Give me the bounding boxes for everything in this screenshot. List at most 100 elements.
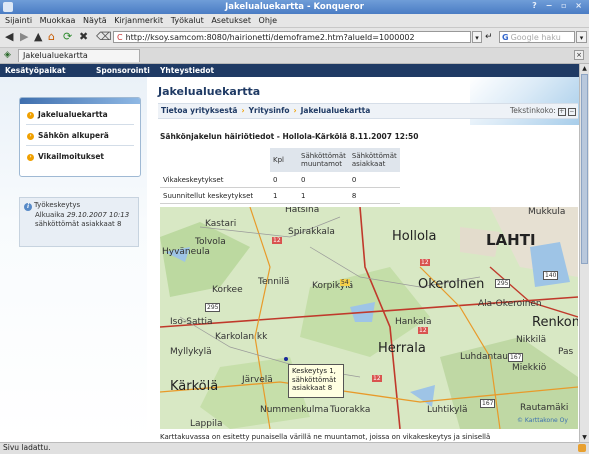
search-input[interactable]: G Google haku	[499, 31, 575, 43]
info-start-label: Alkuaika	[35, 211, 65, 219]
menu-sijainti[interactable]: Sijainti	[5, 16, 32, 25]
sidebar: › Jakelualuekartta › Sähkön alkuperä › Vika…	[0, 77, 147, 442]
road-number: 12	[418, 327, 428, 334]
map-label: Nikkilä	[516, 335, 547, 345]
scroll-up-icon[interactable]: ▲	[580, 64, 589, 73]
divider	[26, 124, 134, 125]
text-size-decrease-icon[interactable]: −	[567, 108, 576, 116]
table-cell: 0	[348, 172, 400, 188]
breadcrumb-jakelualuekartta[interactable]: Jakelualuekartta	[301, 106, 371, 115]
page-icon: C	[117, 33, 123, 42]
browser-toolbar: ◀ ▶ ▲ ⌂ ⟳ ✖ ⌫ Chttp://ksoy.samcom:8080/h…	[0, 28, 589, 48]
road-number: 295	[205, 303, 221, 312]
tab-jakelualuekartta[interactable]: Jakelualuekartta	[18, 49, 140, 62]
nav-sponsorointi[interactable]: Sponsorointi	[96, 66, 150, 75]
map-label: Mukkula	[528, 207, 566, 217]
breadcrumb-arrow-icon: ›	[241, 106, 245, 115]
menu-muokkaa[interactable]: Muokkaa	[40, 16, 76, 25]
back-icon[interactable]: ◀	[5, 30, 13, 44]
table-cell: 1	[298, 187, 349, 204]
distribution-map[interactable]: Hatsina Mukkula Kastari Spirakkala Tolvo…	[160, 207, 578, 429]
road-number: 167	[508, 353, 524, 362]
table-cell: Suunnitellut keskeytykset	[160, 187, 270, 204]
breadcrumb-tietoa-yrityksesta[interactable]: Tietoa yrityksestä	[161, 106, 237, 115]
window-title: Jakelualuekartta - Konqueror	[225, 2, 364, 12]
go-icon[interactable]: ↵	[485, 31, 497, 43]
search-dropdown-icon[interactable]: ▾	[576, 31, 587, 43]
nav-kesatyopaikat[interactable]: Kesätyöpaikat	[5, 66, 66, 75]
url-dropdown-icon[interactable]: ▾	[472, 31, 482, 43]
close-tab-icon[interactable]: ×	[574, 50, 584, 60]
nav-yhteystiedot[interactable]: Yhteystiedot	[160, 66, 214, 75]
page-scrollbar[interactable]: ▲ ▼	[579, 64, 589, 442]
table-cell: 1	[270, 187, 298, 204]
arrow-bullet-icon: ›	[27, 132, 34, 140]
map-label: Rautamäki	[520, 403, 569, 413]
map-label: Hatsina	[285, 207, 320, 215]
up-icon[interactable]: ▲	[34, 30, 42, 44]
map-label: Luhtikylä	[427, 405, 468, 415]
info-customers: sähköttömät asiakkaat 8	[35, 220, 122, 228]
outage-info-box: i Työkeskeytys Alkuaika 29.10.2007 10:13 …	[19, 197, 139, 247]
text-size-increase-icon[interactable]: +	[557, 108, 566, 116]
home-icon[interactable]: ⌂	[48, 30, 55, 44]
map-label: LAHTI	[486, 231, 536, 249]
map-label: Renkom	[532, 315, 578, 330]
column-header-asiakkaat: Sähköttömät asiakkaat	[348, 148, 400, 172]
map-copyright: © Karttakone Oy	[517, 417, 568, 424]
sidebar-item-vikailmoitukset[interactable]: › Vikailmoitukset	[27, 152, 104, 161]
menu-tyokalut[interactable]: Työkalut	[171, 16, 204, 25]
site-navigation: Kesätyöpaikat Sponsorointi Yhteystiedot	[0, 64, 579, 77]
info-icon: i	[24, 203, 32, 211]
table-header-row: Kpl Sähköttömät muuntamot Sähköttömät as…	[160, 148, 400, 172]
map-label: Tolvola	[195, 237, 226, 247]
page-title: Jakelualuekartta	[158, 85, 261, 98]
tab-label: Jakelualuekartta	[23, 51, 88, 60]
map-label: Iso-Sattia	[170, 317, 213, 327]
search-placeholder: Google haku	[510, 33, 561, 42]
window-controls[interactable]: ? − ▫ ×	[532, 1, 585, 10]
sidebar-item-label: Jakelualuekartta	[38, 110, 108, 119]
forward-icon[interactable]: ▶	[20, 30, 28, 44]
url-input[interactable]: Chttp://ksoy.samcom:8080/hairionetti/dem…	[113, 31, 471, 43]
sidebar-item-sahkon-alkupera[interactable]: › Sähkön alkuperä	[27, 131, 109, 140]
scroll-down-icon[interactable]: ▼	[580, 433, 589, 442]
table-cell: Vikakeskeytykset	[160, 172, 270, 188]
map-label: Tennilä	[258, 277, 290, 287]
menu-kirjanmerkit[interactable]: Kirjanmerkit	[114, 16, 163, 25]
road-number: 54	[340, 279, 350, 286]
menu-nayta[interactable]: Näytä	[83, 16, 107, 25]
window-title-bar[interactable]: Jakelualuekartta - Konqueror ? − ▫ ×	[0, 0, 589, 14]
map-label: Kärkölä	[170, 379, 219, 394]
sidebar-item-jakelualuekartta[interactable]: › Jakelualuekartta	[27, 110, 108, 119]
menu-asetukset[interactable]: Asetukset	[211, 16, 251, 25]
divider	[26, 145, 134, 146]
arrow-bullet-icon: ›	[27, 153, 34, 161]
tooltip-line: Keskeytys 1,	[292, 367, 336, 375]
table-cell: 0	[298, 172, 349, 188]
map-tooltip: Keskeytys 1, sähköttömät asiakkaat 8	[288, 364, 344, 398]
map-label: Kastari	[205, 219, 237, 229]
map-description: Karttakuvassa on esitetty punaisella vär…	[160, 433, 491, 441]
map-label: Lappila	[190, 419, 223, 429]
menu-ohje[interactable]: Ohje	[259, 16, 278, 25]
status-bar: Sivu ladattu.	[0, 442, 589, 454]
text-size-label: Tekstinkoko:	[510, 106, 556, 115]
info-title: Työkeskeytys	[34, 201, 81, 209]
column-header-kpl: Kpl	[270, 148, 298, 172]
map-label: Hyväneula	[162, 247, 210, 257]
stop-icon[interactable]: ✖	[79, 30, 88, 44]
outage-table: Kpl Sähköttömät muuntamot Sähköttömät as…	[160, 148, 400, 204]
arrow-bullet-icon: ›	[27, 111, 34, 119]
sidebar-menu: › Jakelualuekartta › Sähkön alkuperä › Vika…	[19, 97, 141, 177]
table-cell: 8	[348, 187, 400, 204]
breadcrumb-yritysinfo[interactable]: Yritysinfo	[249, 106, 290, 115]
web-page: Kesätyöpaikat Sponsorointi Yhteystiedot …	[0, 64, 579, 442]
scrollbar-thumb[interactable]	[581, 74, 588, 264]
table-row: Suunnitellut keskeytykset 1 1 8	[160, 187, 400, 204]
new-tab-icon[interactable]: ◈	[4, 50, 14, 60]
table-corner	[160, 148, 270, 172]
reload-icon[interactable]: ⟳	[63, 30, 72, 44]
clear-location-icon[interactable]: ⌫	[96, 30, 112, 44]
map-label: Myllykylä	[170, 347, 212, 357]
